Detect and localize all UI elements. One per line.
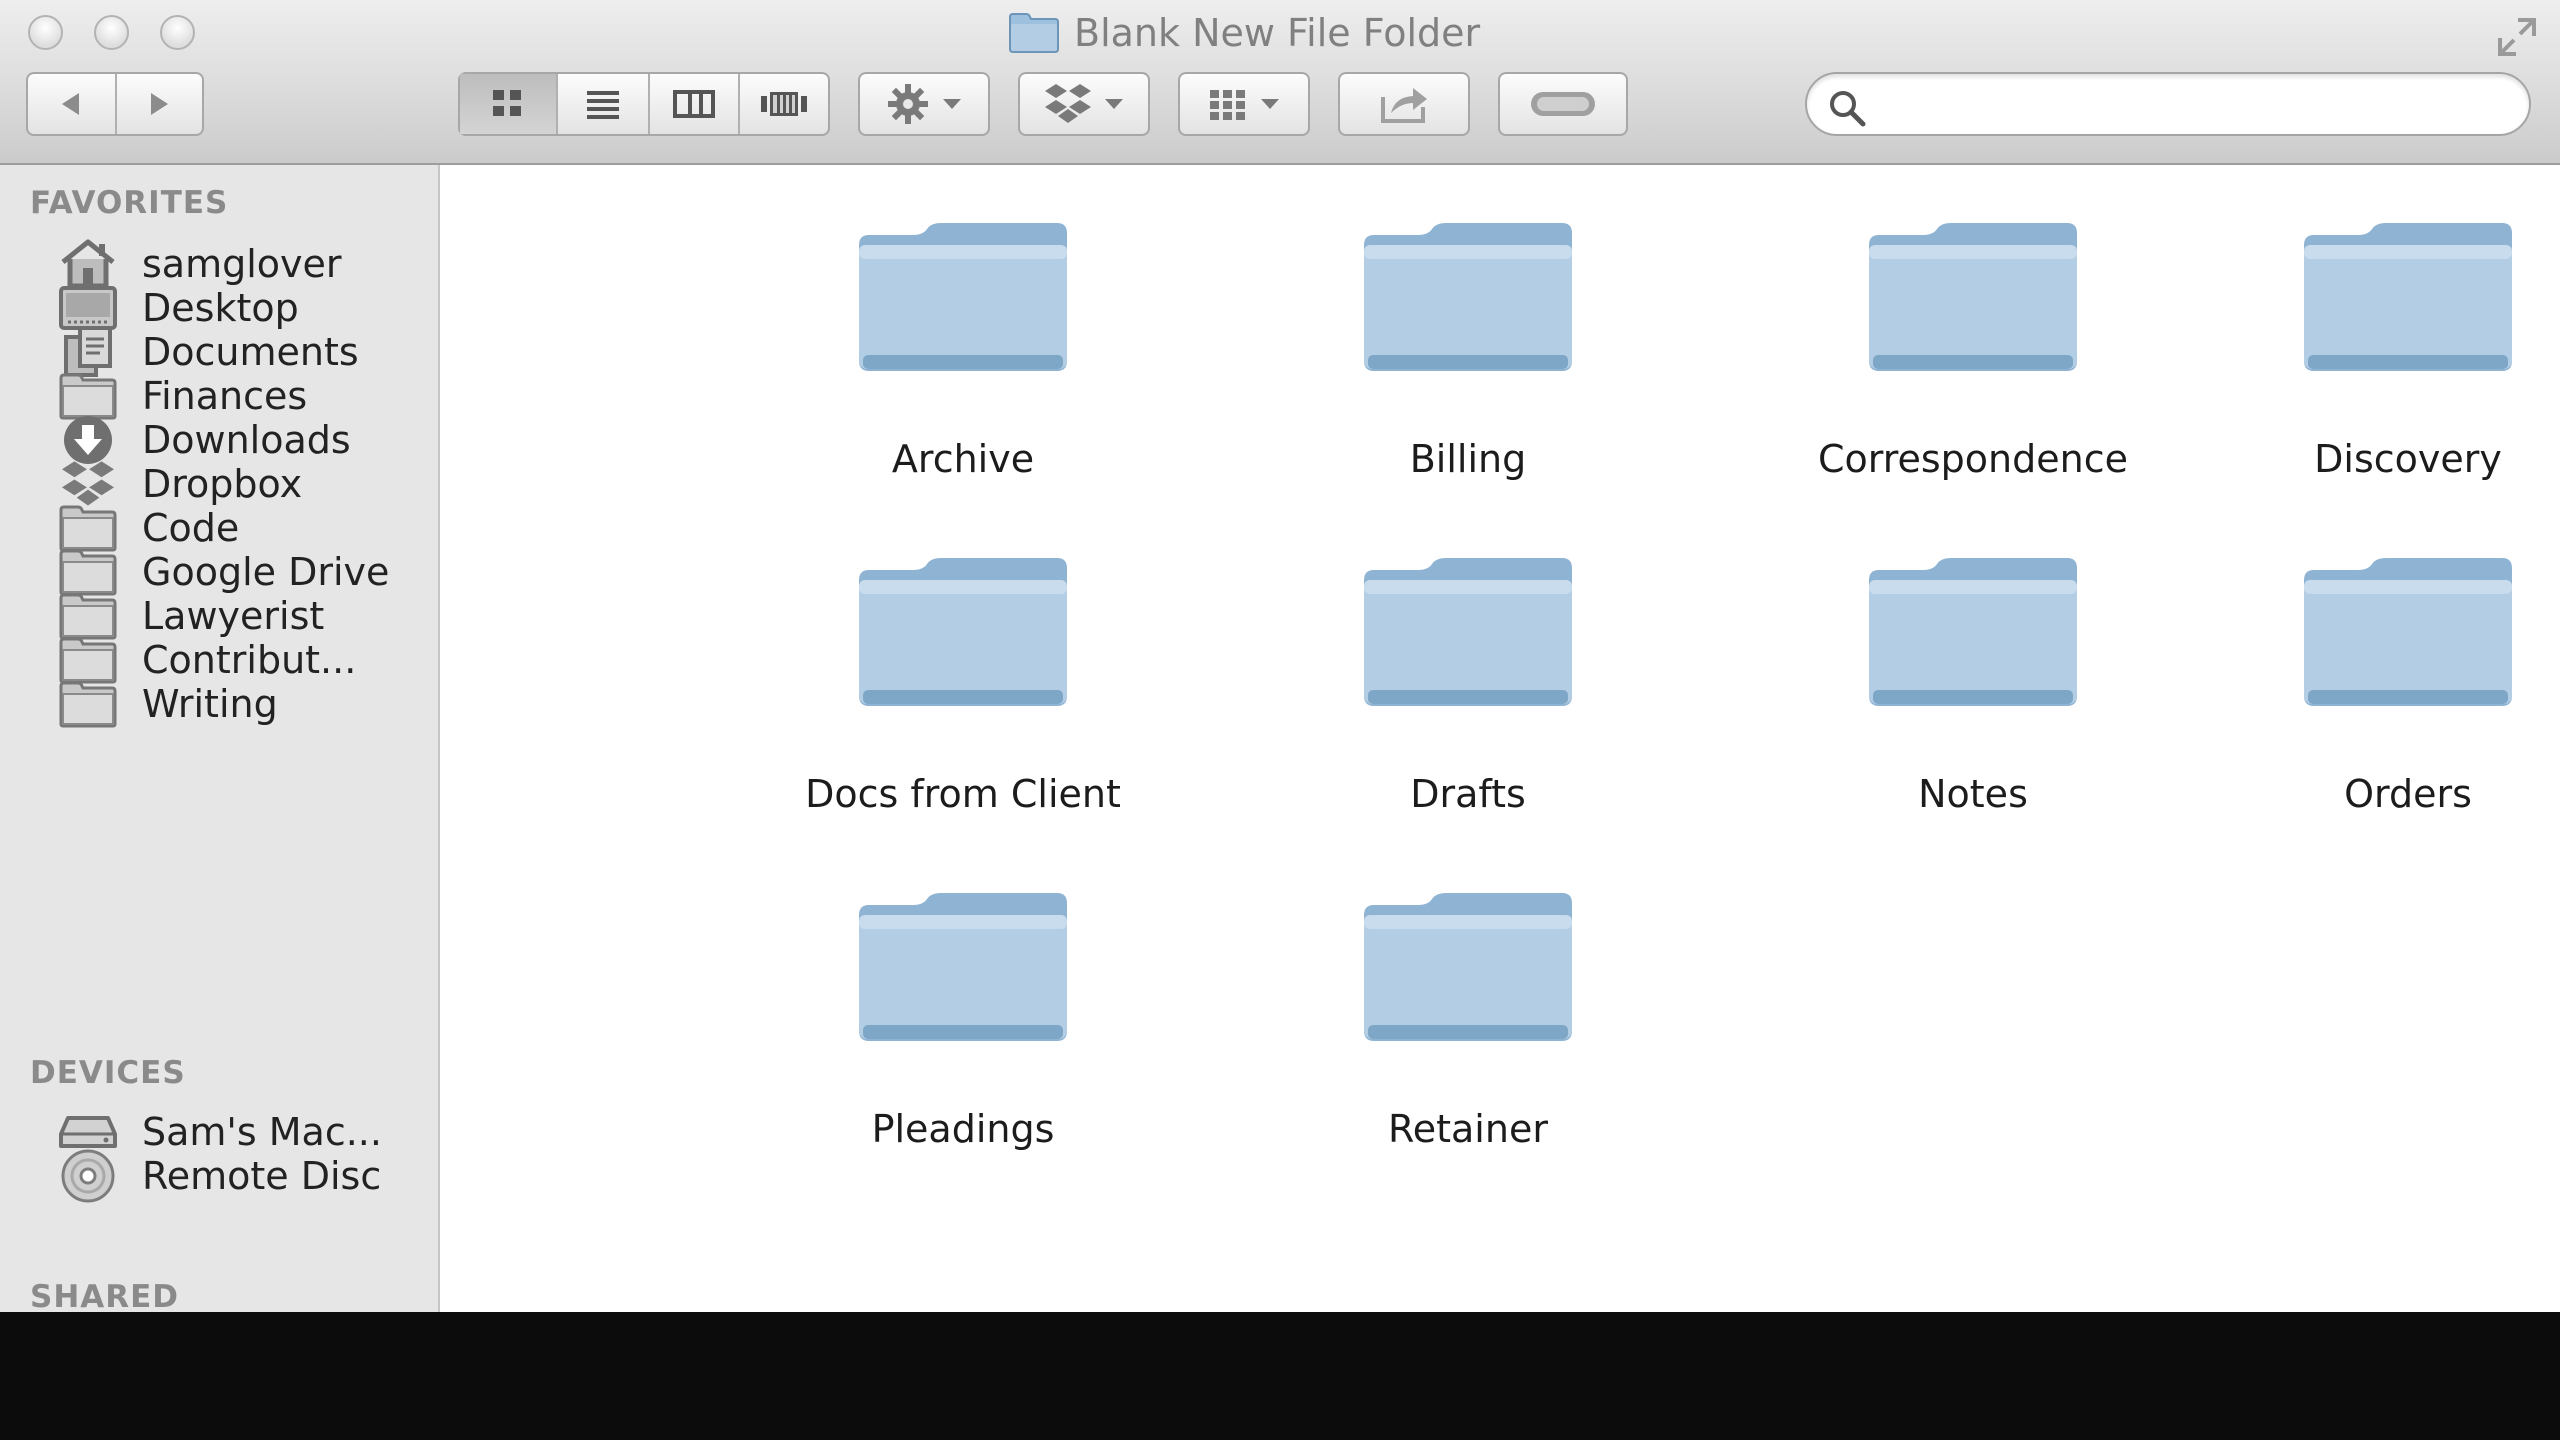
disc-icon — [56, 1148, 120, 1204]
icon-view-button[interactable] — [460, 74, 556, 134]
close-button[interactable] — [28, 15, 63, 50]
folder-pleadings[interactable]: Pleadings — [743, 885, 1183, 1151]
column-view-icon — [673, 90, 715, 118]
folder-icon — [1869, 558, 2077, 706]
folder-icon — [1009, 13, 1059, 53]
chevron-down-icon — [943, 99, 961, 109]
folder-label: Orders — [2344, 772, 2472, 816]
zoom-button[interactable] — [160, 15, 195, 50]
folder-label: Archive — [891, 437, 1035, 481]
folder-icon — [56, 676, 120, 732]
window-title: Blank New File Folder — [1008, 8, 1480, 58]
folder-icon — [2304, 223, 2512, 371]
forward-button[interactable] — [114, 74, 202, 134]
folder-label: Drafts — [1410, 772, 1526, 816]
list-view-icon — [587, 91, 619, 119]
sidebar-item-writing[interactable]: Writing — [56, 674, 436, 734]
icon-view-icon — [493, 90, 521, 116]
cover-flow-view-icon — [761, 92, 807, 116]
sidebar-item-remote-disc[interactable]: Remote Disc — [56, 1146, 436, 1206]
forward-arrow-icon — [151, 93, 169, 115]
column-view-button[interactable] — [648, 74, 738, 134]
window-title-text: Blank New File Folder — [1074, 11, 1481, 55]
back-forward-control — [26, 72, 204, 136]
folder-discovery[interactable]: Discovery — [2258, 215, 2558, 481]
list-view-button[interactable] — [556, 74, 648, 134]
gear-icon — [888, 84, 928, 124]
back-arrow-icon — [62, 93, 80, 115]
search-input[interactable] — [1877, 82, 2501, 128]
folder-label: Docs from Client — [805, 772, 1121, 816]
sidebar-item-label: Writing — [142, 682, 278, 726]
folder-orders[interactable]: Orders — [2258, 550, 2558, 816]
search-icon — [1830, 91, 1866, 127]
sidebar: FAVORITES samglover Desktop Documents Fi… — [0, 165, 440, 1312]
search-field[interactable] — [1805, 72, 2531, 136]
tags-button[interactable] — [1498, 72, 1628, 136]
fullscreen-icon[interactable] — [2496, 16, 2538, 58]
folder-icon — [859, 558, 1067, 706]
desktop-background — [0, 1312, 2560, 1440]
folder-label: Notes — [1918, 772, 2028, 816]
folder-icon — [1364, 223, 1572, 371]
folder-billing[interactable]: Billing — [1248, 215, 1688, 481]
folder-icon — [859, 223, 1067, 371]
folder-icon — [1364, 893, 1572, 1041]
folder-label: Billing — [1409, 437, 1527, 481]
share-button[interactable] — [1338, 72, 1470, 136]
view-mode-control — [458, 72, 830, 136]
sidebar-item-label: Remote Disc — [142, 1154, 382, 1198]
folder-correspondence[interactable]: Correspondence — [1753, 215, 2193, 481]
shared-heading: SHARED — [30, 1279, 180, 1312]
tag-toggle-icon — [1531, 92, 1595, 116]
devices-heading: DEVICES — [30, 1055, 186, 1091]
folder-label: Correspondence — [1817, 437, 2128, 481]
dropbox-menu-button[interactable] — [1018, 72, 1150, 136]
minimize-button[interactable] — [94, 15, 129, 50]
share-icon — [1381, 88, 1427, 123]
arrange-menu-button[interactable] — [1178, 72, 1310, 136]
folder-archive[interactable]: Archive — [743, 215, 1183, 481]
cover-flow-view-button[interactable] — [738, 74, 828, 134]
folder-drafts[interactable]: Drafts — [1248, 550, 1688, 816]
file-icon-grid: Archive Billing Correspondence Discovery… — [442, 165, 2560, 1312]
folder-label: Pleadings — [871, 1107, 1055, 1151]
folder-icon — [2304, 558, 2512, 706]
folder-icon — [1364, 558, 1572, 706]
favorites-heading: FAVORITES — [30, 185, 229, 221]
folder-label: Discovery — [2314, 437, 2502, 481]
chevron-down-icon — [1261, 99, 1279, 109]
toolbar: Blank New File Folder — [0, 0, 2560, 165]
folder-icon — [859, 893, 1067, 1041]
folder-label: Retainer — [1388, 1107, 1548, 1151]
finder-window: Blank New File Folder FAVORITES samglove… — [0, 0, 2560, 1312]
folder-notes[interactable]: Notes — [1753, 550, 2193, 816]
back-button[interactable] — [28, 74, 115, 134]
folder-docs-from-client[interactable]: Docs from Client — [743, 550, 1183, 816]
folder-retainer[interactable]: Retainer — [1248, 885, 1688, 1151]
arrange-grid-icon — [1210, 90, 1245, 120]
action-menu-button[interactable] — [858, 72, 990, 136]
chevron-down-icon — [1105, 99, 1123, 109]
dropbox-icon — [1045, 84, 1091, 123]
folder-icon — [1869, 223, 2077, 371]
